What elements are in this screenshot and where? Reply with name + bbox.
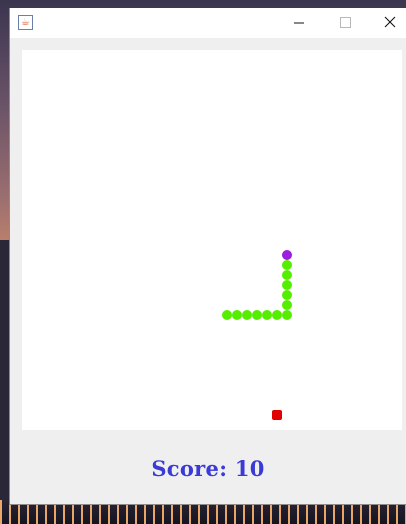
food-apple xyxy=(272,410,282,420)
game-board[interactable] xyxy=(22,50,402,430)
snake-body-segment xyxy=(282,290,292,300)
maximize-icon xyxy=(340,17,351,28)
snake-body-segment xyxy=(232,310,242,320)
game-window: ☕ Score: 10 xyxy=(9,8,406,505)
score-label: Score: 10 xyxy=(151,456,265,481)
snake-head xyxy=(282,250,292,260)
title-bar[interactable]: ☕ xyxy=(10,8,406,38)
snake-body-segment xyxy=(242,310,252,320)
java-cup-icon: ☕ xyxy=(18,15,33,30)
maximize-button[interactable] xyxy=(322,8,368,38)
snake-body-segment xyxy=(252,310,262,320)
minimize-icon xyxy=(294,22,304,24)
snake-body-segment xyxy=(222,310,232,320)
snake-body-segment xyxy=(282,260,292,270)
snake-body-segment xyxy=(262,310,272,320)
game-board-canvas xyxy=(222,250,292,420)
snake-body-segment xyxy=(282,270,292,280)
desktop-background xyxy=(0,240,9,524)
close-button[interactable] xyxy=(368,8,406,38)
snake-body-segment xyxy=(282,280,292,290)
close-icon xyxy=(384,16,396,28)
minimize-button[interactable] xyxy=(276,8,322,38)
snake-body-segment xyxy=(282,310,292,320)
snake-body-segment xyxy=(272,310,282,320)
snake-body-segment xyxy=(282,300,292,310)
